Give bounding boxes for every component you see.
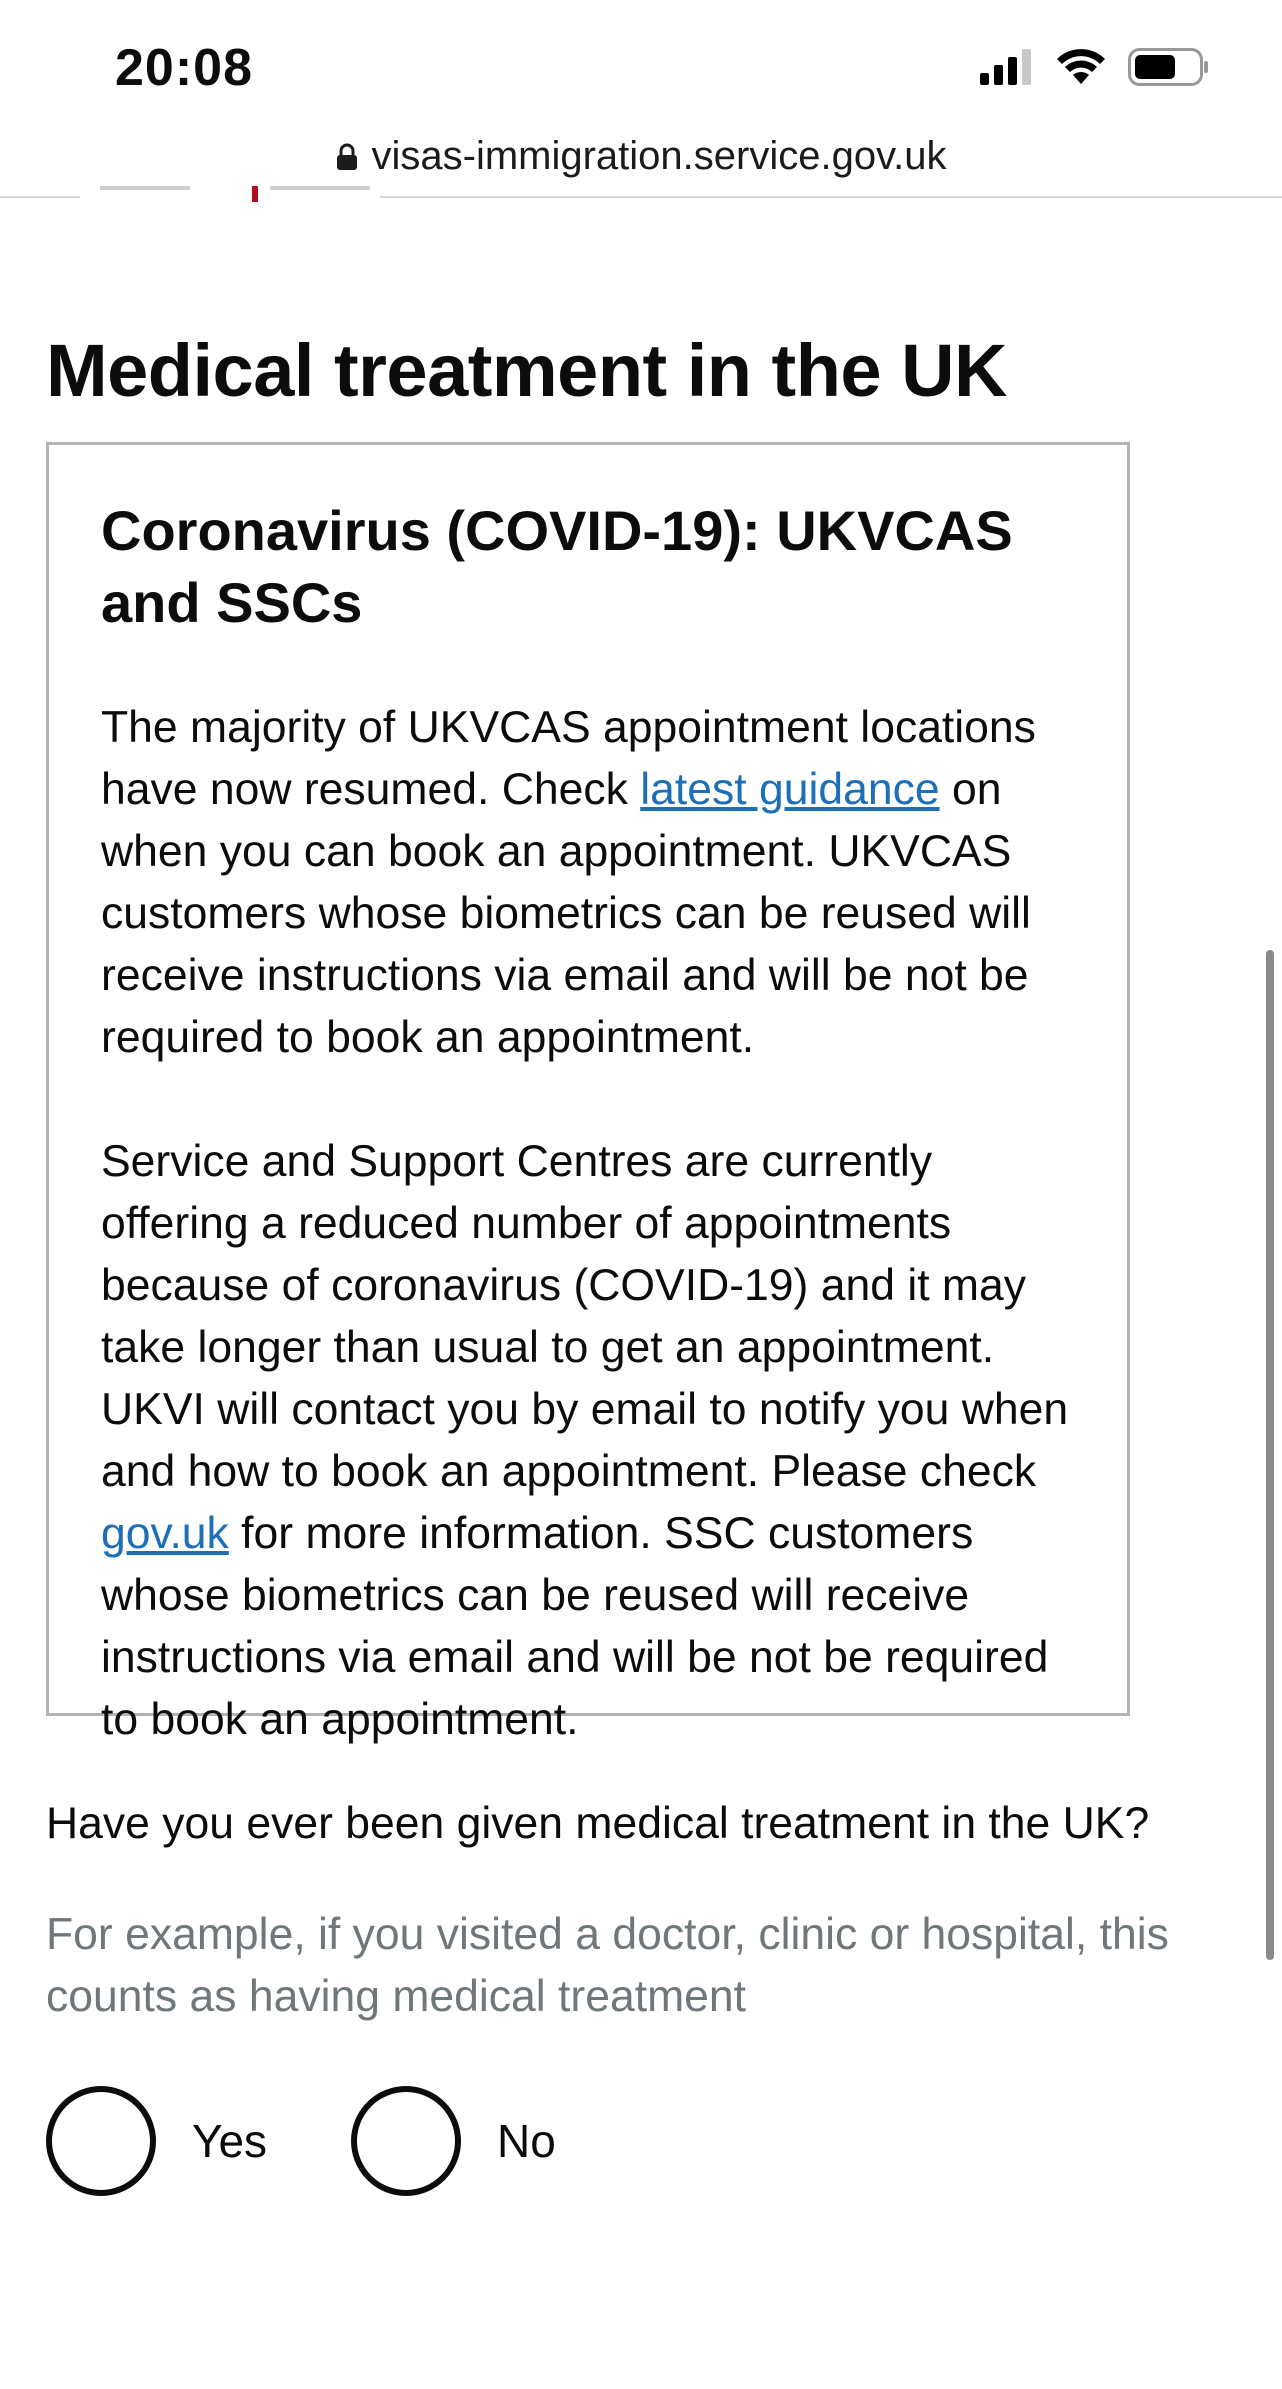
wifi-icon	[1057, 49, 1105, 84]
battery-icon	[1128, 48, 1208, 86]
covid-notice: Coronavirus (COVID-19): UKVCAS and SSCs …	[46, 442, 1130, 1744]
latest-guidance-link[interactable]: latest guidance	[640, 765, 939, 814]
radio-yes-circle[interactable]	[46, 2086, 156, 2196]
main-content: Medical treatment in the UK Coronavirus …	[46, 330, 1236, 2196]
notice-heading: Coronavirus (COVID-19): UKVCAS and SSCs	[101, 499, 1013, 634]
notice-p2-text-end: for more information. SSC customers whos…	[101, 1509, 1049, 1744]
notice-p2-text: Service and Support Centres are currentl…	[101, 1137, 1069, 1496]
radio-no[interactable]: No	[351, 2086, 556, 2196]
notice-paragraph-2: Service and Support Centres are currentl…	[101, 1131, 1077, 1751]
lock-icon	[336, 143, 357, 170]
cellular-signal-icon	[980, 49, 1031, 85]
header-logo-partial	[80, 186, 380, 204]
question-label: Have you ever been given medical treatme…	[46, 1799, 1150, 1848]
page: 20:08 visas-immigration.service.gov.uk M…	[0, 0, 1282, 2389]
url-text: visas-immigration.service.gov.uk	[371, 134, 947, 178]
question-hint: For example, if you visited a doctor, cl…	[46, 1910, 1169, 2021]
radio-yes[interactable]: Yes	[46, 2086, 267, 2196]
notice-paragraph-1: The majority of UKVCAS appointment locat…	[101, 697, 1077, 1069]
gov-uk-link[interactable]: gov.uk	[101, 1509, 229, 1558]
status-icons	[980, 48, 1210, 86]
radio-group: Yes No	[46, 2086, 1236, 2196]
scrollbar[interactable]	[1266, 950, 1274, 1960]
page-title: Medical treatment in the UK	[46, 329, 1008, 412]
radio-no-circle[interactable]	[351, 2086, 462, 2196]
radio-no-label[interactable]: No	[497, 2114, 556, 2168]
status-bar: 20:08	[0, 0, 1282, 130]
radio-yes-label[interactable]: Yes	[192, 2114, 267, 2168]
status-time: 20:08	[115, 39, 253, 97]
